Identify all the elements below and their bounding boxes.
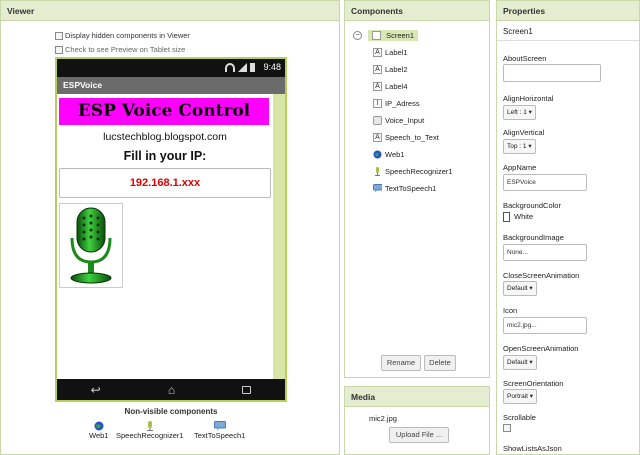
label-icon: A: [373, 133, 382, 142]
hidden-components-checkbox-row[interactable]: Display hidden components in Viewer: [55, 31, 190, 40]
screen-orientation-dropdown[interactable]: Portrait ▾: [503, 389, 538, 404]
home-icon: ⌂: [167, 382, 176, 397]
show-lists-as-json-label: ShowListsAsJson: [503, 444, 562, 453]
close-animation-label: CloseScreenAnimation: [503, 271, 580, 280]
scrollable-label: Scrollable: [503, 413, 536, 422]
tree-item-label4[interactable]: A Label4: [353, 78, 453, 95]
signal-icon: [238, 63, 247, 72]
speech-bubble-icon: [213, 421, 226, 431]
button-icon: [373, 116, 382, 125]
tree-item-label2[interactable]: A Label2: [353, 61, 453, 78]
media-file[interactable]: mic2.jpg: [369, 414, 397, 423]
blog-label[interactable]: lucstechblog.blogspot.com: [57, 131, 273, 143]
open-animation-label: OpenScreenAnimation: [503, 344, 579, 353]
battery-icon: [250, 63, 255, 72]
about-screen-textarea[interactable]: [503, 64, 601, 82]
align-horizontal-dropdown[interactable]: Left : 1 ▾: [503, 105, 536, 120]
microphone-icon: [146, 421, 153, 431]
textbox-icon: I: [373, 99, 382, 108]
component-tree: − Screen1 A Label1 A Label2 A Label4 I I…: [353, 27, 453, 197]
collapse-icon[interactable]: −: [353, 31, 362, 40]
title-label[interactable]: ESP Voice Control: [59, 98, 269, 125]
background-image-picker[interactable]: None...: [503, 244, 587, 261]
tablet-preview-label: Check to see Preview on Tablet size: [65, 45, 186, 54]
about-screen-label: AboutScreen: [503, 54, 547, 63]
app-title-bar: ESPVoice: [57, 77, 285, 94]
properties-panel: Properties Screen1 AboutScreen AlignHori…: [496, 0, 640, 455]
tree-item-texttospeech1[interactable]: TextToSpeech1: [353, 180, 453, 197]
ip-address-textbox[interactable]: 192.168.1.xxx: [59, 168, 271, 198]
globe-icon: [94, 421, 104, 431]
globe-icon: [373, 150, 382, 159]
screen-orientation-label: ScreenOrientation: [503, 379, 564, 388]
media-panel: Media mic2.jpg Upload File ...: [344, 386, 490, 455]
background-color-label: BackgroundColor: [503, 201, 561, 210]
nav-bar: ↩ ⌂: [57, 379, 285, 400]
components-panel: Components − Screen1 A Label1 A Label2 A…: [344, 0, 490, 378]
hidden-components-label: Display hidden components in Viewer: [65, 31, 190, 40]
nonvisible-speechrecognizer1: SpeechRecognizer1: [116, 421, 184, 440]
rename-button[interactable]: Rename: [381, 355, 421, 371]
nonvisible-texttospeech1: TextToSpeech1: [194, 421, 245, 440]
label-icon: A: [373, 65, 382, 74]
microphone-icon: [375, 167, 380, 176]
app-name-input[interactable]: ESPVoice: [503, 174, 587, 191]
color-swatch: [503, 212, 510, 223]
screen-content: ESP Voice Control lucstechblog.blogspot.…: [57, 94, 285, 381]
tablet-preview-checkbox-row[interactable]: Check to see Preview on Tablet size: [55, 45, 185, 54]
align-horizontal-label: AlignHorizontal: [503, 94, 554, 103]
phone-preview: 9:48 ESPVoice ESP Voice Control lucstech…: [55, 57, 287, 402]
background-color-picker[interactable]: White: [503, 212, 533, 223]
app-name-label: AppName: [503, 163, 537, 172]
back-icon: ↩: [90, 382, 101, 397]
screen-icon: [372, 31, 381, 41]
tree-item-speechrecognizer1[interactable]: SpeechRecognizer1: [353, 163, 453, 180]
label-icon: A: [373, 48, 382, 57]
scrollable-checkbox[interactable]: [503, 424, 513, 434]
speech-bubble-icon: [373, 184, 382, 193]
components-title: Components: [345, 1, 489, 21]
open-animation-dropdown[interactable]: Default ▾: [503, 355, 537, 370]
microphone-image: [70, 207, 112, 284]
background-image-label: BackgroundImage: [503, 233, 564, 242]
icon-picker[interactable]: mic2.jpg...: [503, 317, 587, 334]
tree-item-label1[interactable]: A Label1: [353, 44, 453, 61]
media-title: Media: [345, 387, 489, 407]
voice-input-button[interactable]: [59, 203, 123, 288]
tree-item-voice-input[interactable]: Voice_Input: [353, 112, 453, 129]
icon-label: Icon: [503, 306, 518, 315]
align-vertical-dropdown[interactable]: Top : 1 ▾: [503, 139, 536, 154]
align-vertical-label: AlignVertical: [503, 128, 545, 137]
wifi-icon: [225, 63, 235, 72]
hidden-components-checkbox[interactable]: [55, 31, 63, 40]
properties-title: Properties: [497, 1, 639, 21]
phone-scrollbar[interactable]: [273, 94, 285, 381]
upload-file-button[interactable]: Upload File ...: [389, 427, 449, 443]
tree-item-web1[interactable]: Web1: [353, 146, 453, 163]
nonvisible-title: Non-visible components: [124, 407, 218, 416]
delete-button[interactable]: Delete: [424, 355, 456, 371]
viewer-panel: Viewer Display hidden components in View…: [0, 0, 340, 455]
viewer-title: Viewer: [1, 1, 339, 21]
status-time: 9:48: [263, 62, 281, 72]
nonvisible-web1: Web1: [89, 421, 108, 440]
tablet-preview-checkbox[interactable]: [55, 45, 63, 54]
close-animation-dropdown[interactable]: Default ▾: [503, 281, 537, 296]
tree-item-screen1[interactable]: − Screen1: [353, 27, 453, 44]
tree-item-ip-adress[interactable]: I IP_Adress: [353, 95, 453, 112]
selected-component-name: Screen1: [497, 24, 639, 41]
status-bar: 9:48: [57, 59, 285, 77]
recents-icon: [242, 385, 252, 394]
tree-item-speech-to-text[interactable]: A Speech_to_Text: [353, 129, 453, 146]
ip-prompt-label[interactable]: Fill in your IP:: [57, 149, 273, 163]
label-icon: A: [373, 82, 382, 91]
